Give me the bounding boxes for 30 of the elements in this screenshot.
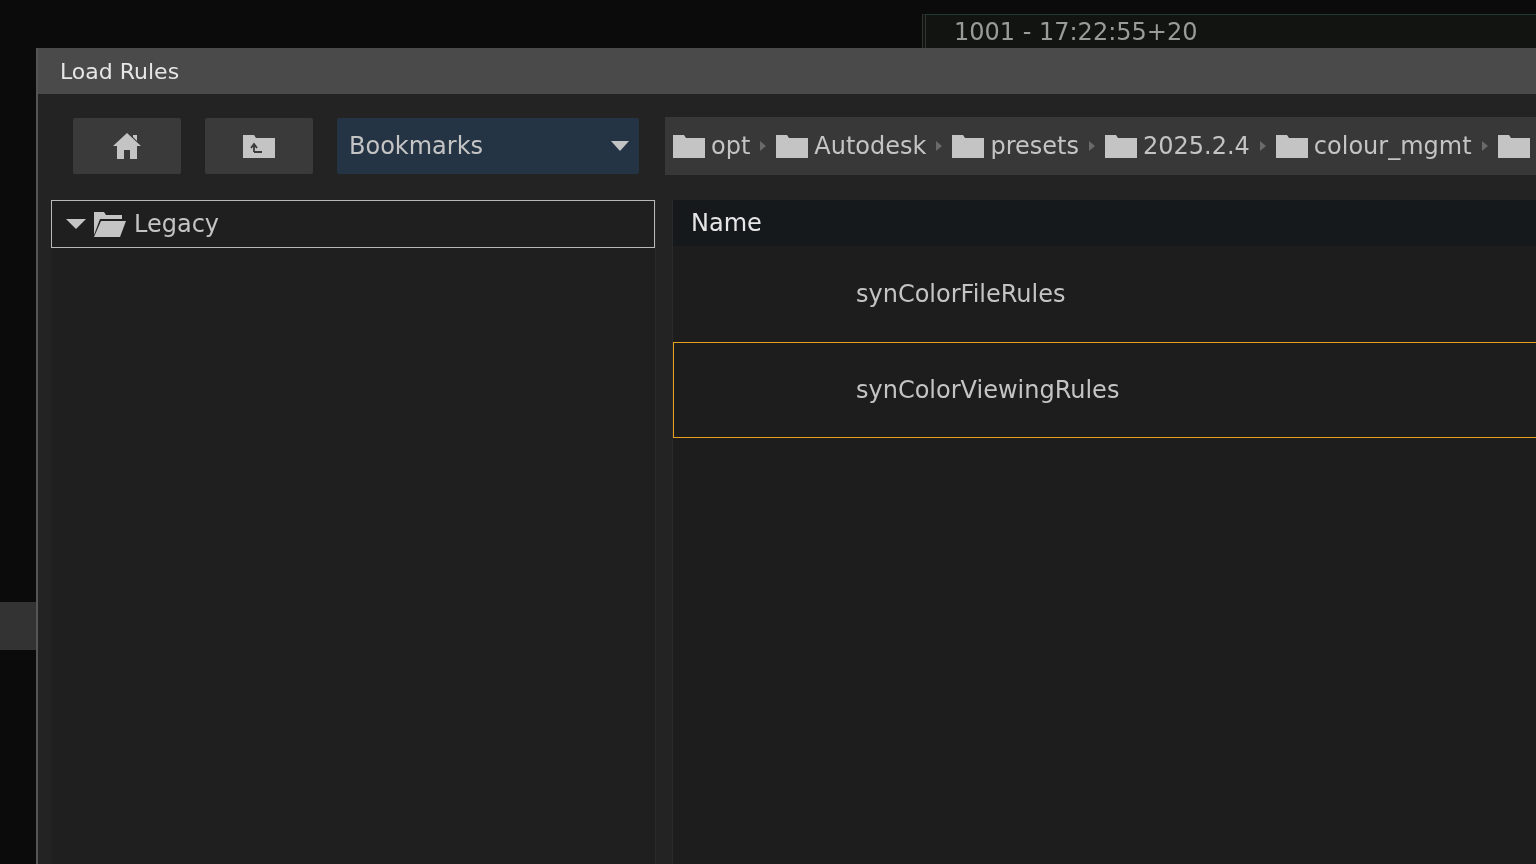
tree-item[interactable]: Legacy	[51, 200, 655, 248]
file-row[interactable]: synColorViewingRules	[673, 342, 1536, 438]
bookmarks-dropdown[interactable]: Bookmarks	[337, 118, 639, 174]
caret-icon	[611, 141, 629, 151]
folder-icon	[952, 134, 985, 158]
home-button[interactable]	[73, 118, 181, 174]
chevron-icon	[936, 141, 943, 151]
home-icon	[111, 130, 143, 162]
path-segment[interactable]: colour_mgmt	[1275, 132, 1472, 160]
chevron-icon	[1481, 141, 1488, 151]
background-panel	[0, 602, 36, 650]
folder-icon	[1497, 134, 1530, 158]
file-row[interactable]: synColorFileRules	[673, 246, 1536, 342]
path-segment[interactable]: presets	[952, 132, 1079, 160]
path-segment[interactable]: 2025.2.4	[1105, 132, 1250, 160]
folder-icon	[1105, 134, 1137, 158]
chevron-icon	[1089, 141, 1095, 151]
column-header[interactable]: Name	[691, 209, 762, 237]
chevron-icon	[1259, 141, 1266, 151]
folder-icon	[94, 211, 126, 237]
folder-up-icon	[242, 133, 276, 159]
folder-icon	[673, 134, 705, 158]
path-segment[interactable]: Autodesk	[776, 132, 927, 160]
folder-icon	[1275, 134, 1308, 158]
path-segment[interactable]: opt	[673, 132, 751, 160]
parent-folder-button[interactable]	[205, 118, 313, 174]
chevron-icon	[760, 141, 767, 151]
folder-icon	[776, 134, 809, 158]
window-title: Load Rules	[60, 58, 180, 84]
timecode-text: 1001 - 17:22:55+20	[954, 17, 1198, 46]
